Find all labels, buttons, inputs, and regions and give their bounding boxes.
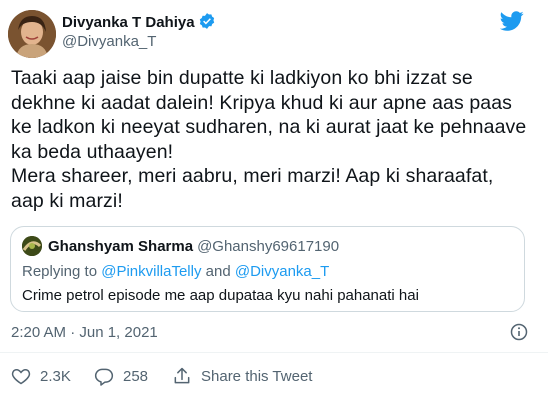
reply-count: 258: [123, 367, 149, 385]
twitter-bird-icon[interactable]: [499, 9, 524, 33]
author-name-text[interactable]: Divyanka T Dahiya: [62, 14, 195, 31]
reply-button[interactable]: 258: [94, 366, 148, 386]
action-divider: [0, 352, 548, 353]
author-handle[interactable]: @Divyanka_T: [62, 33, 156, 50]
heart-icon: [11, 368, 31, 385]
quoted-author-name: Ghanshyam Sharma: [48, 238, 194, 255]
quoted-replying-to: Replying to @PinkvillaTelly and @Divyank…: [22, 263, 329, 280]
quoted-author-avatar: [22, 236, 42, 256]
tweet-timestamp[interactable]: 2:20 AM · Jun 1, 2021: [11, 324, 158, 341]
reply-bubble-icon: [94, 368, 114, 386]
tweet-text: Taaki aap jaise bin dupatte ki ladkiyon …: [11, 67, 527, 212]
reply-mention-divyanka[interactable]: @Divyanka_T: [235, 263, 329, 280]
replying-prefix: Replying to: [22, 263, 102, 280]
like-button[interactable]: 2.3K: [11, 366, 71, 386]
reply-mention-pinkvillatelly[interactable]: @PinkvillaTelly: [101, 263, 201, 280]
share-button[interactable]: Share this Tweet: [172, 366, 312, 386]
quoted-tweet-text: Crime petrol episode me aap dupataa kyu …: [22, 287, 419, 304]
share-label: Share this Tweet: [201, 367, 313, 385]
author-avatar[interactable]: [8, 10, 56, 58]
info-icon[interactable]: [510, 323, 528, 341]
quoted-author-handle: @Ghanshy69617190: [197, 238, 340, 255]
verified-badge-icon: [198, 12, 216, 34]
author-name[interactable]: Divyanka T Dahiya: [62, 12, 216, 34]
replying-and: and: [201, 263, 235, 280]
quoted-author: Ghanshyam Sharma @Ghanshy69617190: [48, 238, 339, 255]
like-count: 2.3K: [40, 367, 71, 385]
share-upload-icon: [174, 367, 190, 384]
